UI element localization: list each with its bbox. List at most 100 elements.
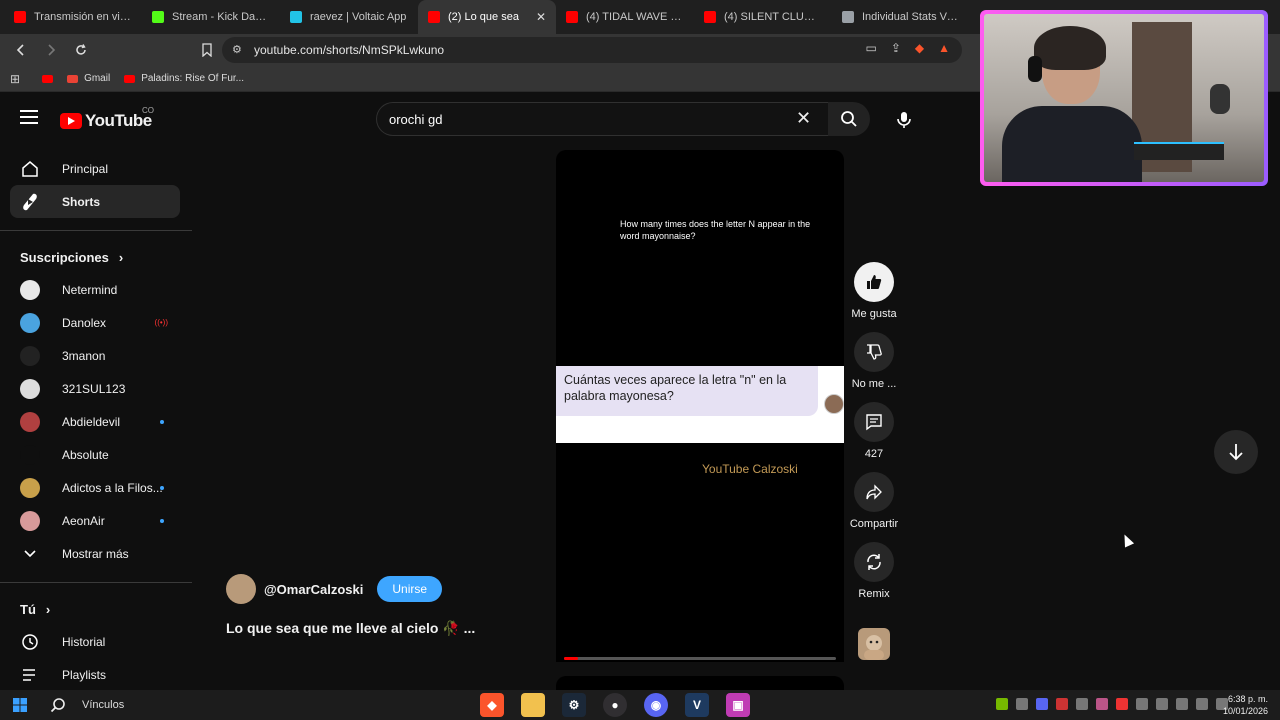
tray-app-icon[interactable] [1096, 698, 1108, 710]
channel-avatar[interactable] [226, 574, 256, 604]
comment-button[interactable] [854, 402, 894, 442]
sidebar-item-label: Historial [62, 634, 106, 649]
video-chat-screenshot: Cuántas veces aparece la letra "n" en la… [556, 366, 844, 443]
browser-tab[interactable]: raevez | Voltaic App [280, 0, 418, 34]
you-header[interactable]: Tú › [0, 593, 192, 625]
like-button[interactable] [854, 262, 894, 302]
next-short-button[interactable] [1214, 430, 1258, 474]
steam-icon[interactable]: ⚙ [562, 693, 586, 717]
share-button[interactable] [854, 472, 894, 512]
remix-button[interactable] [854, 542, 894, 582]
clear-search-icon[interactable]: ✕ [796, 108, 811, 129]
forward-icon[interactable] [38, 37, 64, 63]
taskbar-search[interactable]: Vínculos [50, 697, 124, 713]
tray-network-icon[interactable] [1156, 698, 1168, 710]
tray-discord-icon[interactable] [1036, 698, 1048, 710]
bookmark-icon[interactable] [194, 37, 220, 63]
sidebar-item-principal[interactable]: Principal [10, 152, 180, 185]
system-tray [996, 698, 1228, 710]
subscription-item[interactable]: Adictos a la Filos... [10, 471, 180, 504]
sidebar-item-historial[interactable]: Historial [10, 625, 180, 658]
subscription-item[interactable]: 321SUL123 [10, 372, 180, 405]
share-page-icon[interactable]: ⇪ [891, 41, 901, 55]
browser-tab[interactable]: (2) Lo que sea ✕ [418, 0, 556, 34]
browser-tab[interactable]: Individual Stats Viewe [832, 0, 970, 34]
back-icon[interactable] [8, 37, 34, 63]
video-progress-fill [564, 657, 578, 660]
app-icon[interactable]: ▣ [726, 693, 750, 717]
tray-app-icon[interactable] [1176, 698, 1188, 710]
tray-nvidia-icon[interactable] [996, 698, 1008, 710]
menu-icon[interactable] [20, 110, 38, 124]
arrow-down-icon [1229, 444, 1243, 461]
action-label: Remix [858, 588, 890, 600]
address-bar[interactable]: ⚙ youtube.com/shorts/NmSPkLwkuno ▭ ⇪ ◆ ▲ [222, 37, 962, 63]
share-icon [865, 483, 883, 501]
channel-thumbnail[interactable] [858, 628, 890, 660]
bookmark-gmail[interactable]: Gmail [67, 73, 110, 84]
taskbar-clock[interactable]: 6:38 p. m. 10/01/2026 [1223, 690, 1268, 720]
subscriptions-header[interactable]: Suscripciones › [0, 241, 192, 273]
search-button[interactable] [828, 102, 870, 136]
tray-app-icon[interactable] [1116, 698, 1128, 710]
join-button[interactable]: Unirse [377, 576, 443, 602]
bookmark-paladins[interactable]: Paladins: Rise Of Fur... [124, 73, 244, 84]
site-info-icon[interactable]: ⚙ [232, 43, 242, 56]
discord-icon[interactable]: ◉ [644, 693, 668, 717]
tray-steam-icon[interactable] [1136, 698, 1148, 710]
bookmark-youtube[interactable] [42, 74, 54, 83]
subscription-item[interactable]: Abdieldevil [10, 405, 180, 438]
comment-action: 427 [846, 402, 902, 460]
short-title[interactable]: Lo que sea que me lleve al cielo 🥀 ... [226, 620, 475, 637]
brave-shields-icon[interactable]: ◆ [915, 41, 924, 55]
dislike-button[interactable] [854, 332, 894, 372]
cast-icon[interactable]: ▭ [865, 41, 876, 55]
subscription-item[interactable]: Absolute [10, 438, 180, 471]
channel-avatar [20, 477, 40, 498]
show-more-button[interactable]: Mostrar más [10, 537, 180, 570]
browser-tab[interactable]: (4) SILENT CLUBSTEP [694, 0, 832, 34]
apps-grid-icon[interactable]: ⊞ [10, 72, 20, 86]
subscription-label: Danolex [62, 315, 107, 330]
you-title: Tú [20, 601, 36, 617]
tray-app-icon[interactable] [1076, 698, 1088, 710]
reload-icon[interactable] [68, 37, 94, 63]
obs-icon[interactable]: ● [603, 693, 627, 717]
browser-tab[interactable]: Transmisión en vivo - [4, 0, 142, 34]
video-progress-bar[interactable] [564, 657, 836, 660]
bookmark-label: Paladins: Rise Of Fur... [141, 73, 245, 84]
gmail-icon [67, 74, 79, 83]
vscode-icon[interactable]: V [685, 693, 709, 717]
webcam-keyboard [1134, 142, 1224, 160]
tray-app-icon[interactable] [1056, 698, 1068, 710]
browser-tab[interactable]: (4) TIDAL WAVE SEQU [556, 0, 694, 34]
file-explorer-icon[interactable] [521, 693, 545, 717]
search-input[interactable]: orochi gd [376, 102, 828, 136]
subscription-item[interactable]: Netermind [10, 273, 180, 306]
tray-display-icon[interactable] [1196, 698, 1208, 710]
sidebar-item-playlists[interactable]: Playlists [10, 658, 180, 691]
like-action: Me gusta [846, 262, 902, 320]
action-label: 427 [864, 448, 884, 460]
subscription-item[interactable]: 3manon [10, 339, 180, 372]
video-caption-spanish: Cuántas veces aparece la letra "n" en la… [556, 366, 818, 416]
tray-app-icon[interactable] [1016, 698, 1028, 710]
windows-start-icon[interactable] [0, 690, 40, 720]
sidebar-item-shorts[interactable]: Shorts [10, 185, 180, 218]
brave-browser-icon[interactable]: ◆ [480, 693, 504, 717]
subscription-label: Absolute [62, 447, 109, 462]
brave-rewards-icon[interactable]: ▲ [938, 41, 950, 55]
subscription-item[interactable]: Danolex ((•)) [10, 306, 180, 339]
channel-avatar [20, 279, 40, 300]
youtube-play-icon [60, 113, 82, 129]
voice-search-button[interactable] [886, 102, 922, 138]
short-video-player[interactable]: How many times does the letter N appear … [556, 150, 844, 662]
live-icon: ((•)) [154, 318, 168, 327]
youtube-logo[interactable]: YouTube [60, 111, 152, 131]
tab-close-icon[interactable]: ✕ [536, 10, 546, 24]
browser-tab[interactable]: Stream - Kick Dashbo [142, 0, 280, 34]
sidebar-item-label: Shorts [62, 194, 101, 209]
channel-name[interactable]: @OmarCalzoski [264, 582, 363, 597]
subscription-item[interactable]: AeonAir [10, 504, 180, 537]
playlists-icon [20, 665, 40, 685]
